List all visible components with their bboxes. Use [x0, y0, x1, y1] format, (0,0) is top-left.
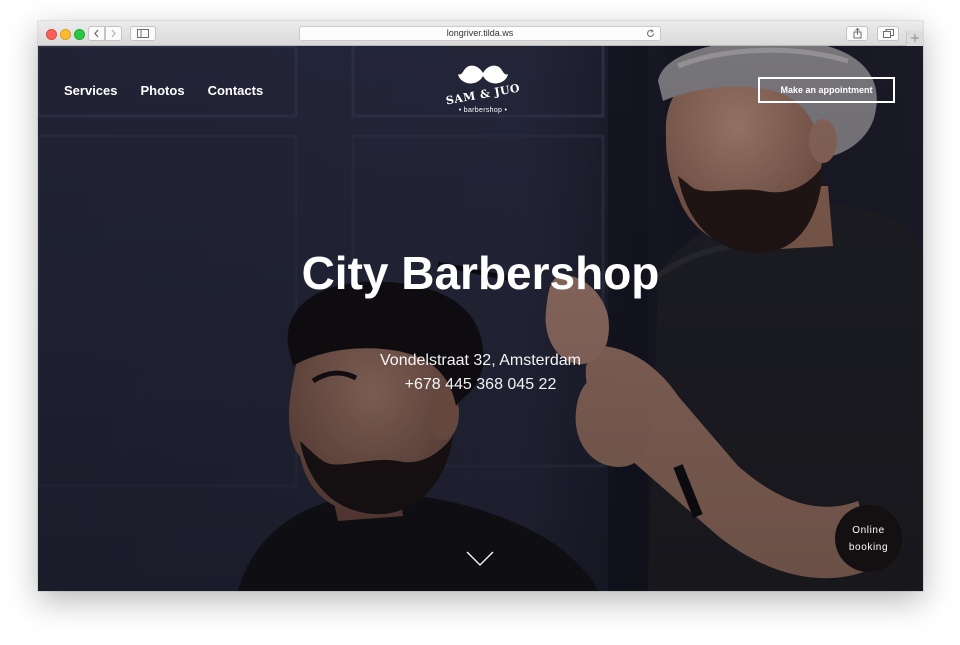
zoom-window-button[interactable] [74, 29, 85, 40]
back-button[interactable] [88, 26, 105, 41]
browser-toolbar: longriver.tilda.ws [38, 21, 923, 46]
reload-button[interactable] [646, 27, 655, 42]
barbershop-photo [38, 46, 923, 591]
new-tab-button[interactable] [906, 31, 923, 46]
reload-icon [646, 29, 655, 37]
browser-window: longriver.tilda.ws Services Photos Conta… [38, 21, 923, 591]
share-icon [853, 27, 861, 39]
address-text: Vondelstraat 32, Amsterdam [380, 352, 581, 369]
chevron-right-icon [111, 29, 116, 38]
booking-label-line2: booking [848, 541, 889, 553]
plus-icon [911, 34, 919, 42]
hero-section: Services Photos Contacts SAM & JUO • bar… [38, 46, 923, 591]
url-text: longriver.tilda.ws [446, 28, 514, 38]
tabs-icon [882, 29, 894, 38]
online-booking-button[interactable]: Online booking [835, 505, 902, 572]
show-tabs-button[interactable] [877, 26, 899, 41]
make-appointment-button[interactable]: Make an appointment [758, 77, 895, 103]
main-nav: Services Photos Contacts [64, 83, 263, 98]
logo[interactable]: SAM & JUO • barbershop • [438, 60, 528, 120]
chevron-left-icon [94, 29, 99, 38]
forward-button[interactable] [105, 26, 122, 41]
minimize-window-button[interactable] [60, 29, 71, 40]
chevron-down-icon[interactable] [466, 551, 494, 567]
nav-link-contacts[interactable]: Contacts [208, 83, 264, 98]
mustache-icon [458, 65, 508, 84]
share-button[interactable] [846, 26, 868, 41]
logo-subtitle: • barbershop • [458, 107, 508, 114]
page-title: City Barbershop [301, 247, 660, 299]
sidebar-icon [137, 29, 149, 38]
phone-text: +678 445 368 045 22 [404, 376, 557, 393]
nav-link-photos[interactable]: Photos [141, 83, 185, 98]
close-window-button[interactable] [46, 29, 57, 40]
address-bar[interactable]: longriver.tilda.ws [299, 26, 661, 41]
sidebar-button[interactable] [130, 26, 156, 41]
nav-link-services[interactable]: Services [64, 83, 118, 98]
booking-label-line1: Online [852, 524, 885, 536]
